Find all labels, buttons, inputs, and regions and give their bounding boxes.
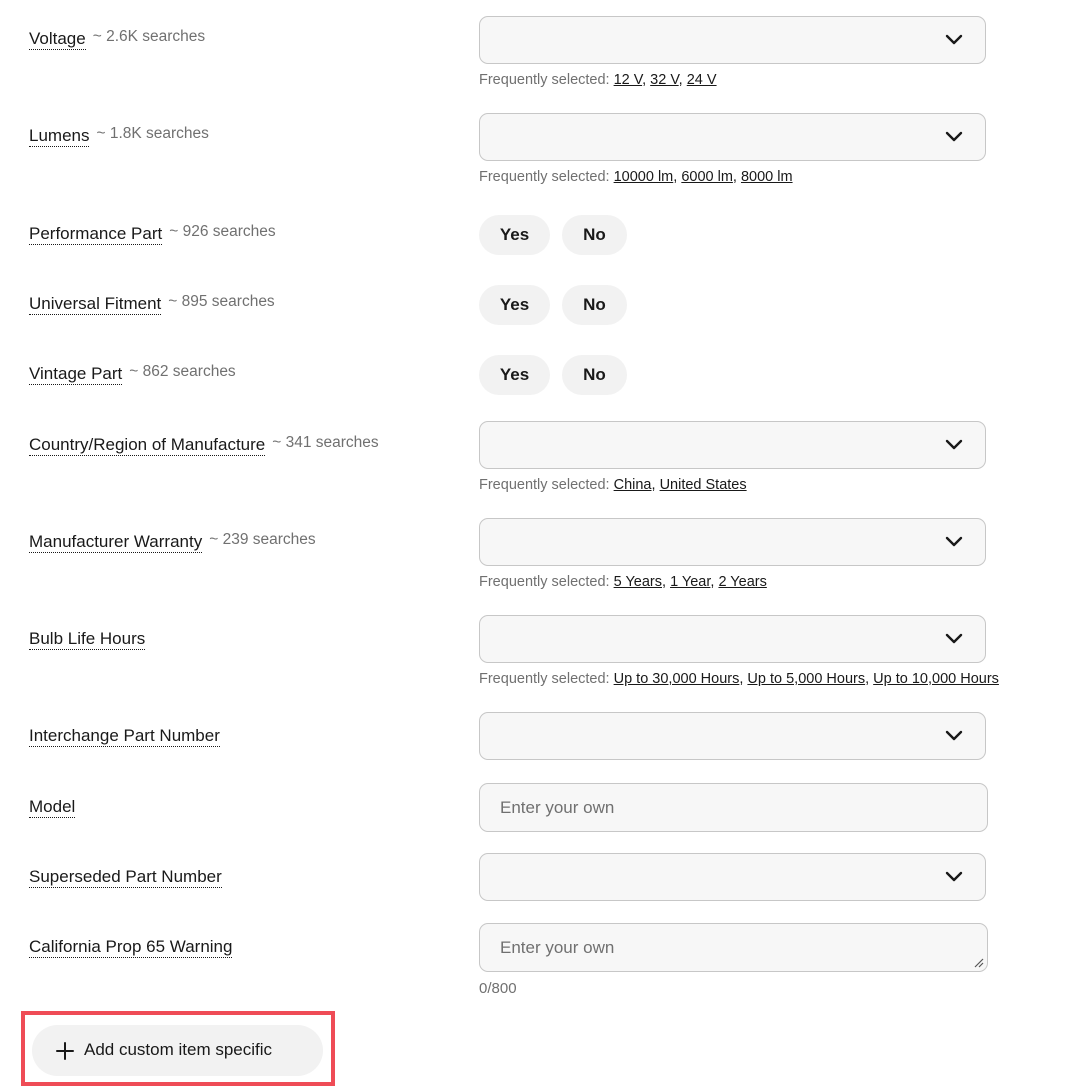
search-count: ~ 341 searches [272,434,379,451]
field-label-lumens[interactable]: Lumens [29,126,90,147]
manufacturer-warranty-select[interactable] [479,518,986,566]
search-count: ~ 926 searches [169,223,276,240]
freq-option[interactable]: 5 Years [614,574,662,590]
field-label-universal-fitment[interactable]: Universal Fitment [29,294,162,315]
chevron-down-icon [945,633,963,644]
freq-option[interactable]: 6000 lm [681,169,733,185]
freq-option[interactable]: 24 V [687,72,717,88]
freq-option[interactable]: 32 V [650,72,679,88]
chevron-down-icon [945,536,963,547]
highlight-box [21,1011,335,1086]
field-label-manufacturer-warranty[interactable]: Manufacturer Warranty [29,532,203,553]
freq-prefix: Frequently selected: [479,574,610,590]
field-label-vintage-part[interactable]: Vintage Part [29,364,123,385]
performance-part-yes-button[interactable]: Yes [479,215,550,255]
vintage-part-yes-button[interactable]: Yes [479,355,550,395]
chevron-down-icon [945,730,963,741]
performance-part-no-button[interactable]: No [562,215,627,255]
search-count: ~ 239 searches [209,531,316,548]
field-label-country-region[interactable]: Country/Region of Manufacture [29,435,266,456]
freq-option[interactable]: China [614,477,652,493]
freq-option[interactable]: 8000 lm [741,169,793,185]
field-label-voltage[interactable]: Voltage [29,29,86,50]
interchange-part-number-select[interactable] [479,712,986,760]
freq-prefix: Frequently selected: [479,671,610,687]
search-count: ~ 862 searches [129,363,236,380]
bulb-life-hours-select[interactable] [479,615,986,663]
search-count: ~ 1.8K searches [96,125,209,142]
search-count: ~ 2.6K searches [92,28,206,45]
freq-option[interactable]: 12 V [614,72,643,88]
chevron-down-icon [945,131,963,142]
freq-option[interactable]: 10000 lm [614,169,674,185]
freq-option[interactable]: Up to 5,000 Hours [747,671,865,687]
freq-option[interactable]: 1 Year [670,574,710,590]
model-input[interactable]: Enter your own [479,783,988,832]
country-region-select[interactable] [479,421,986,469]
field-label-model[interactable]: Model [29,797,76,818]
field-label-bulb-life-hours[interactable]: Bulb Life Hours [29,629,146,650]
freq-prefix: Frequently selected: [479,169,610,185]
universal-fitment-yes-button[interactable]: Yes [479,285,550,325]
voltage-select[interactable] [479,16,986,64]
frequently-selected-voltage: Frequently selected: 12 V, 32 V, 24 V [479,72,717,88]
field-label-interchange-part-number[interactable]: Interchange Part Number [29,726,220,747]
field-label-california-prop-65[interactable]: California Prop 65 Warning [29,937,233,958]
lumens-select[interactable] [479,113,986,161]
search-count: ~ 895 searches [168,293,275,310]
freq-prefix: Frequently selected: [479,477,610,493]
freq-option[interactable]: United States [660,477,747,493]
frequently-selected-warranty: Frequently selected: 5 Years, 1 Year, 2 … [479,574,767,590]
character-counter: 0/800 [479,980,517,997]
frequently-selected-lumens: Frequently selected: 10000 lm, 6000 lm, … [479,169,793,185]
freq-option[interactable]: Up to 10,000 Hours [873,671,999,687]
universal-fitment-no-button[interactable]: No [562,285,627,325]
california-prop-65-textarea[interactable]: Enter your own [479,923,988,972]
freq-option[interactable]: 2 Years [718,574,766,590]
frequently-selected-bulb-life: Frequently selected: Up to 30,000 Hours,… [479,671,999,687]
superseded-part-number-select[interactable] [479,853,986,901]
chevron-down-icon [945,871,963,882]
textarea-placeholder: Enter your own [500,938,615,957]
freq-prefix: Frequently selected: [479,72,610,88]
vintage-part-no-button[interactable]: No [562,355,627,395]
field-label-superseded-part-number[interactable]: Superseded Part Number [29,867,222,888]
freq-option[interactable]: Up to 30,000 Hours [614,671,740,687]
field-label-performance-part[interactable]: Performance Part [29,224,163,245]
chevron-down-icon [945,34,963,45]
frequently-selected-country: Frequently selected: China, United State… [479,477,747,493]
chevron-down-icon [945,439,963,450]
resize-handle-icon[interactable] [972,956,984,968]
